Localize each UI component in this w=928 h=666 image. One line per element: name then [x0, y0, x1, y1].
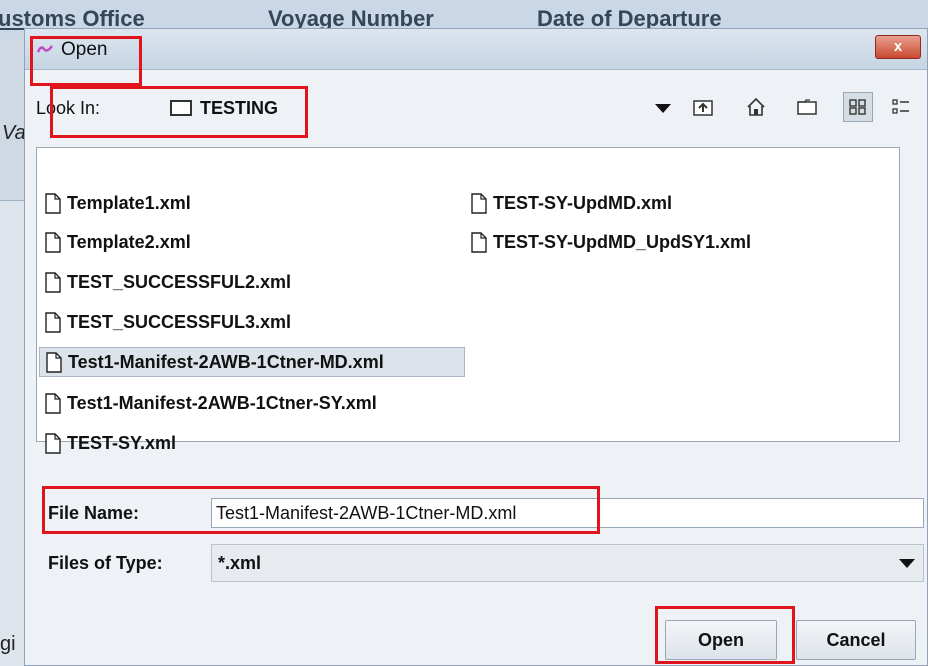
- files-of-type-combo[interactable]: *.xml: [211, 544, 924, 582]
- background-row: [0, 80, 24, 121]
- file-icon: [45, 311, 61, 333]
- file-icon: [471, 231, 487, 253]
- file-name-label: Test1-Manifest-2AWB-1Ctner-SY.xml: [67, 392, 377, 413]
- new-folder-icon: [797, 99, 817, 115]
- folder-icon: [170, 100, 192, 116]
- open-button[interactable]: Open: [665, 620, 777, 660]
- file-name-label: Template2.xml: [67, 231, 191, 252]
- list-view-button[interactable]: [843, 92, 873, 122]
- details-view-button[interactable]: [888, 92, 914, 122]
- file-name-label: File Name:: [48, 503, 140, 523]
- background-row: [0, 160, 24, 201]
- file-icon: [45, 432, 61, 454]
- details-view-icon: [892, 99, 909, 114]
- file-item[interactable]: TEST-SY.xml: [39, 428, 176, 458]
- background-row: [0, 40, 24, 81]
- look-in-label: Look In:: [36, 98, 101, 118]
- dialog-titlebar[interactable]: Open x: [25, 29, 927, 70]
- background-label-fragment: Va: [2, 122, 26, 144]
- list-view-icon: [849, 99, 866, 115]
- java-app-icon: [37, 45, 53, 53]
- file-name-label: TEST-SY.xml: [67, 432, 177, 453]
- file-icon: [45, 231, 61, 253]
- close-button[interactable]: x: [875, 35, 921, 59]
- look-in-value[interactable]: TESTING: [200, 98, 278, 119]
- background-bottom-fragment: gi: [0, 633, 16, 655]
- file-icon: [46, 351, 62, 373]
- file-name-label: TEST_SUCCESSFUL3.xml: [67, 311, 292, 332]
- file-item[interactable]: Test1-Manifest-2AWB-1Ctner-SY.xml: [39, 388, 377, 418]
- file-icon: [45, 392, 61, 414]
- file-icon: [471, 192, 487, 214]
- file-item[interactable]: TEST_SUCCESSFUL3.xml: [39, 307, 291, 337]
- cancel-button[interactable]: Cancel: [796, 620, 916, 660]
- file-item-selected[interactable]: Test1-Manifest-2AWB-1Ctner-MD.xml: [39, 347, 465, 377]
- home-button[interactable]: [741, 92, 771, 122]
- file-icon: [45, 271, 61, 293]
- file-item[interactable]: TEST-SY-UpdMD.xml: [465, 188, 672, 218]
- up-folder-icon: [693, 100, 713, 116]
- files-of-type-label: Files of Type:: [48, 553, 163, 573]
- file-item[interactable]: TEST-SY-UpdMD_UpdSY1.xml: [465, 227, 751, 257]
- file-item[interactable]: Template2.xml: [39, 227, 191, 257]
- file-name-label: Test1-Manifest-2AWB-1Ctner-MD.xml: [68, 351, 384, 372]
- file-name-label: TEST-SY-UpdMD.xml: [493, 192, 673, 213]
- look-in-dropdown-arrow[interactable]: [655, 104, 671, 113]
- chevron-down-icon[interactable]: [899, 559, 915, 568]
- home-icon: [747, 97, 765, 116]
- file-name-label: TEST_SUCCESSFUL2.xml: [67, 271, 292, 292]
- file-name-label: Template1.xml: [67, 192, 191, 213]
- files-of-type-value: *.xml: [218, 553, 262, 573]
- up-folder-button[interactable]: [688, 92, 718, 122]
- dialog-title: Open: [61, 39, 108, 60]
- file-item[interactable]: Template1.xml: [39, 188, 191, 218]
- new-folder-button[interactable]: [792, 92, 822, 122]
- file-icon: [45, 192, 61, 214]
- file-item[interactable]: TEST_SUCCESSFUL2.xml: [39, 267, 291, 297]
- file-list[interactable]: Template1.xml Template2.xml TEST_SUCCESS…: [36, 147, 900, 454]
- file-name-label: TEST-SY-UpdMD_UpdSY1.xml: [493, 231, 752, 252]
- file-name-input[interactable]: [211, 498, 924, 528]
